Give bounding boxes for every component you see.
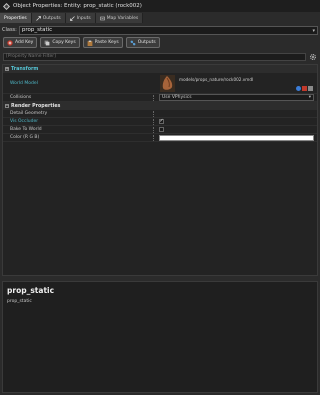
property-collisions[interactable]: Collisions Use VPhysics ▾ [3,94,317,102]
property-label: Detail Geometry [10,111,48,116]
property-detail-geometry[interactable]: Detail Geometry [3,110,317,118]
filter-placeholder: [Property Name Filter] [6,54,56,59]
color-swatch[interactable] [159,134,314,141]
map-variables-icon [99,16,105,20]
model-action-icons [296,86,313,91]
chevron-down-icon: ▾ [308,95,311,100]
property-color[interactable]: Color (R G B) [3,134,317,142]
property-label: Color (R G B) [10,135,40,140]
copy-icon [44,40,50,45]
help-title: prop_static [7,286,55,295]
class-value: prop_static [21,27,53,33]
divider [153,118,155,125]
outputs-button[interactable]: Outputs [125,37,160,48]
divider [153,110,155,117]
tab-map-variables[interactable]: Map Variables [95,13,144,23]
tab-inputs[interactable]: Inputs [65,13,96,23]
tab-label: Map Variables [106,15,139,21]
key-toolbar: Add Key Copy Keys Paste Keys Outputs [3,37,160,48]
property-label: Collisions [10,95,32,100]
outputs-icon [130,40,136,45]
gear-icon[interactable] [309,53,317,61]
property-value [159,134,317,141]
section-render-properties[interactable]: − Render Properties [3,102,317,110]
class-row: Class: prop_static ▾ [2,25,318,35]
model-thumbnail [160,75,175,92]
section-transform[interactable]: + Transform [3,65,317,73]
property-filter-input[interactable]: [Property Name Filter] [3,52,306,61]
help-description: prop_static [7,299,32,304]
property-world-model[interactable]: World Model models/props_nature/rock002.… [3,73,317,94]
filter-row: [Property Name Filter] [3,52,317,61]
add-key-label: Add Key [15,40,34,45]
section-title: Transform [11,66,39,72]
property-label: Bake To World [10,127,42,132]
open-file-icon[interactable] [302,86,307,91]
tab-bar: Properties Outputs Inputs Map Variables [0,13,320,23]
tab-label: Properties [4,15,27,21]
copy-keys-button[interactable]: Copy Keys [40,37,80,48]
outputs-label: Outputs [137,40,156,45]
section-title: Render Properties [11,103,61,109]
bake-to-world-checkbox[interactable] [159,127,164,132]
paste-keys-button[interactable]: Paste Keys [82,37,123,48]
property-value: ✓ [159,119,317,124]
property-label: Vis Occluder [10,119,39,124]
add-icon [7,39,13,46]
divider [153,126,155,133]
collisions-select[interactable]: Use VPhysics ▾ [159,94,314,101]
output-arrow-icon [35,15,41,21]
paste-icon [87,40,93,46]
add-key-button[interactable]: Add Key [3,37,38,48]
input-arrow-icon [69,15,75,21]
tab-properties[interactable]: Properties [0,13,32,23]
divider [153,134,155,141]
browse-icon[interactable] [308,86,313,91]
tab-label: Inputs [76,15,91,21]
vis-occluder-checkbox[interactable]: ✓ [159,119,164,124]
help-panel: prop_static prop_static [2,281,318,393]
class-select[interactable]: prop_static ▾ [18,25,318,35]
tab-outputs[interactable]: Outputs [31,13,66,23]
title-bar: Object Properties: Entity: prop_static (… [0,0,320,12]
world-model-path: models/props_nature/rock002.vmdl [179,77,254,82]
divider [153,94,155,101]
property-value [159,127,317,132]
paste-keys-label: Paste Keys [94,40,119,45]
search-icon[interactable] [296,86,301,91]
window-title: Object Properties: Entity: prop_static (… [13,3,142,9]
collisions-value: Use VPhysics [162,95,192,100]
rock-model-preview [162,76,173,90]
property-vis-occluder[interactable]: Vis Occluder ✓ [3,118,317,126]
property-value: Use VPhysics ▾ [159,94,317,101]
class-label: Class: [2,27,17,33]
expand-toggle-icon[interactable]: + [5,67,9,71]
collapse-toggle-icon[interactable]: − [5,104,9,108]
property-label: World Model [10,80,38,86]
property-grid: + Transform World Model models/props_nat… [2,64,318,276]
property-bake-to-world[interactable]: Bake To World [3,126,317,134]
app-icon [3,2,10,10]
chevron-down-icon: ▾ [312,27,315,34]
copy-keys-label: Copy Keys [52,40,76,45]
tab-label: Outputs [42,15,61,21]
